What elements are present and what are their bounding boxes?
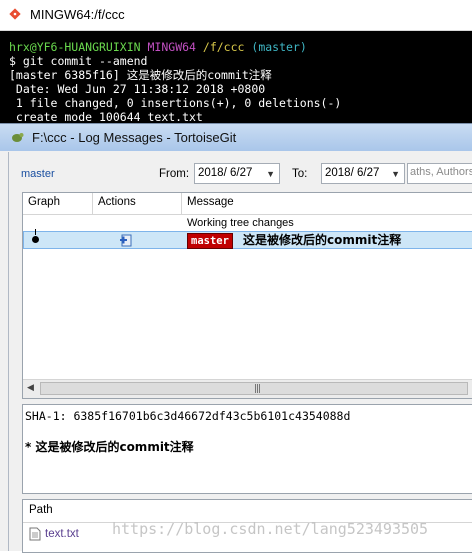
text-file-icon — [29, 527, 41, 541]
terminal-prompt: hrx@YF6-HUANGRUIXIN MINGW64 /f/ccc (mast… — [9, 40, 307, 54]
from-date-value: 2018/ 6/27 — [198, 167, 253, 179]
watermark: https://blog.csdn.net/lang523493505 — [112, 520, 429, 538]
from-label: From: — [159, 168, 190, 180]
file-name: text.txt — [45, 528, 79, 540]
scroll-left-icon[interactable]: ◀ — [27, 383, 34, 393]
commit-sha: SHA-1: 6385f16701b6c3d46672df43c5b6101c4… — [25, 409, 351, 423]
log-window-title: F:\ccc - Log Messages - TortoiseGit — [32, 130, 237, 145]
log-list[interactable]: Graph Actions Message Working tree chang… — [22, 192, 472, 399]
log-messages-window: F:\ccc - Log Messages - TortoiseGit mast… — [0, 123, 472, 553]
terminal-line: 1 file changed, 0 insertions(+), 0 delet… — [9, 96, 342, 110]
prompt-env: MINGW64 — [147, 40, 196, 54]
terminal-line: Date: Wed Jun 27 11:38:12 2018 +0800 — [9, 82, 266, 96]
horizontal-scrollbar[interactable]: ◀ ||| — [23, 379, 472, 398]
graph-node — [32, 236, 39, 243]
prompt-user: hrx@YF6-HUANGRUIXIN — [9, 40, 141, 54]
git-icon — [9, 8, 21, 20]
commit-detail-pane[interactable]: SHA-1: 6385f16701b6c3d46672df43c5b6101c4… — [22, 404, 472, 494]
add-file-icon — [120, 234, 132, 247]
terminal-line: create mode 100644 text.txt — [9, 110, 203, 124]
terminal-line: [master 6385f16] 这是被修改后的commit注释 — [9, 68, 272, 82]
terminal-output[interactable]: hrx@YF6-HUANGRUIXIN MINGW64 /f/ccc (mast… — [0, 31, 472, 125]
search-input[interactable]: aths, Authors — [407, 163, 472, 184]
log-window-titlebar: F:\ccc - Log Messages - TortoiseGit — [0, 124, 472, 151]
dropdown-arrow-icon[interactable]: ▼ — [266, 169, 275, 179]
graph-line — [35, 229, 36, 235]
from-date-picker[interactable]: 2018/ 6/27 ▼ — [194, 163, 280, 184]
scrollbar-thumb[interactable]: ||| — [40, 382, 468, 395]
log-window-content: master From: 2018/ 6/27 ▼ To: 2018/ 6/27… — [8, 152, 472, 553]
branch-link[interactable]: master — [21, 168, 55, 180]
terminal-title: MINGW64:/f/ccc — [30, 7, 125, 22]
search-placeholder: aths, Authors — [410, 166, 472, 178]
column-message[interactable]: Message — [187, 196, 234, 208]
column-graph[interactable]: Graph — [28, 196, 60, 208]
log-list-header: Graph Actions Message — [23, 193, 472, 215]
terminal-command: $ git commit --amend — [9, 54, 148, 68]
commit-message: * 这是被修改后的commit注释 — [25, 440, 194, 454]
table-row-selected[interactable]: master 这是被修改后的commit注释 — [23, 229, 472, 249]
prompt-branch: (master) — [251, 40, 307, 54]
tortoisegit-icon — [12, 133, 24, 142]
column-path[interactable]: Path — [29, 504, 53, 516]
to-label: To: — [292, 168, 308, 180]
terminal-titlebar: MINGW64:/f/ccc — [0, 0, 472, 31]
column-actions[interactable]: Actions — [98, 196, 136, 208]
to-date-picker[interactable]: 2018/ 6/27 ▼ — [321, 163, 405, 184]
table-row[interactable]: Working tree changes — [23, 215, 472, 231]
dropdown-arrow-icon[interactable]: ▼ — [391, 169, 400, 179]
row-message: Working tree changes — [187, 217, 294, 229]
branch-tag: master — [187, 233, 233, 249]
row-message: 这是被修改后的commit注释 — [243, 233, 402, 247]
scroll-grip: ||| — [254, 384, 261, 394]
prompt-path: /f/ccc — [202, 40, 245, 54]
to-date-value: 2018/ 6/27 — [325, 167, 380, 179]
